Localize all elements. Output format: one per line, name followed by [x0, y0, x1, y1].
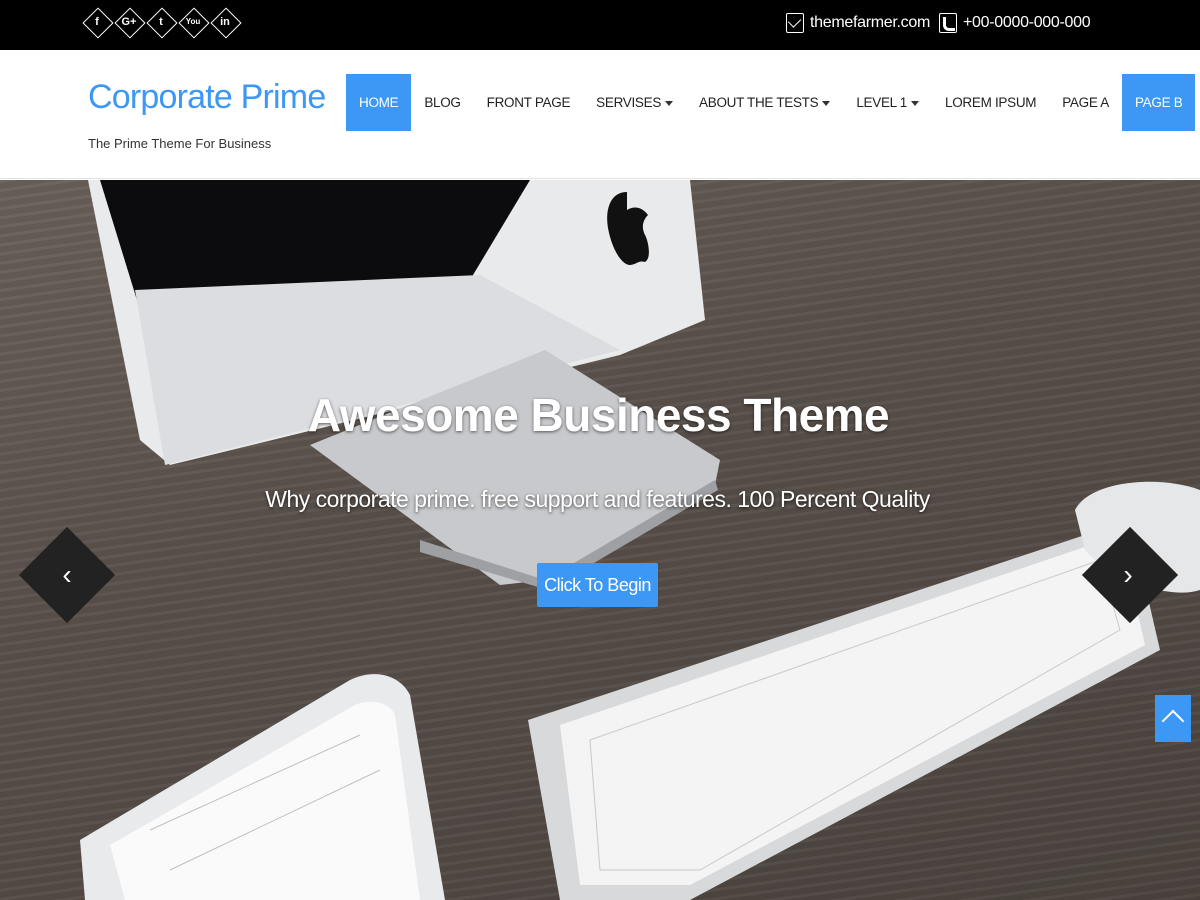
- nav-item-lorem-ipsum[interactable]: LOREM IPSUM: [932, 74, 1049, 131]
- caret-down-icon: [665, 100, 674, 106]
- site-header: Corporate Prime The Prime Theme For Busi…: [0, 50, 1200, 179]
- google-plus-glyph: G+: [121, 16, 137, 28]
- caret-down-icon: [911, 100, 920, 106]
- email-contact[interactable]: themefarmer.com: [786, 13, 930, 33]
- social-links: f G+ t You in: [84, 7, 238, 37]
- nav-label: SERVISES: [596, 95, 662, 110]
- nav-label: PAGE B: [1134, 95, 1183, 110]
- main-nav: HOME BLOG FRONT PAGE SERVISES ABOUT THE …: [346, 74, 1196, 131]
- phone-icon: [939, 13, 957, 33]
- nav-item-home[interactable]: HOME: [346, 74, 412, 131]
- nav-label: FRONT PAGE: [486, 95, 571, 110]
- caret-down-icon: [822, 100, 831, 106]
- phone-text: +00-0000-000-000: [963, 14, 1091, 31]
- top-bar: f G+ t You in themefarmer.com +00-0000-0…: [0, 0, 1200, 50]
- linkedin-icon[interactable]: in: [212, 9, 238, 35]
- chevron-right-icon: ›: [1123, 559, 1133, 590]
- nav-label: BLOG: [424, 95, 461, 110]
- email-text: themefarmer.com: [810, 14, 930, 31]
- hero-slider: Awesome Business Theme Why corporate pri…: [0, 180, 1200, 900]
- facebook-glyph: f: [95, 16, 99, 28]
- mail-icon: [786, 13, 804, 33]
- nav-item-page-a[interactable]: PAGE A: [1049, 74, 1122, 131]
- nav-item-level-1[interactable]: LEVEL 1: [843, 74, 932, 131]
- phone-contact[interactable]: +00-0000-000-000: [939, 13, 1091, 33]
- nav-label: HOME: [359, 95, 399, 110]
- nav-item-front-page[interactable]: FRONT PAGE: [474, 74, 584, 131]
- google-plus-icon[interactable]: G+: [116, 9, 142, 35]
- scroll-to-top-button[interactable]: [1155, 695, 1191, 742]
- hero-background-image: [80, 180, 1200, 900]
- chevron-left-icon: ‹: [62, 559, 72, 590]
- nav-label: LEVEL 1: [856, 95, 908, 110]
- nav-label: PAGE A: [1062, 95, 1109, 110]
- facebook-icon[interactable]: f: [84, 9, 110, 35]
- click-to-begin-button[interactable]: Click To Begin: [537, 563, 658, 607]
- nav-label: ABOUT THE TESTS: [699, 95, 819, 110]
- youtube-icon[interactable]: You: [180, 9, 206, 35]
- hero-subtitle: Why corporate prime. free support and fe…: [265, 486, 930, 512]
- twitter-glyph: t: [159, 16, 163, 28]
- twitter-icon[interactable]: t: [148, 9, 174, 35]
- nav-label: LOREM IPSUM: [945, 95, 1037, 110]
- nav-item-page-b[interactable]: PAGE B: [1121, 74, 1196, 131]
- nav-item-blog[interactable]: BLOG: [411, 74, 473, 131]
- nav-item-servises[interactable]: SERVISES: [583, 74, 686, 131]
- linkedin-glyph: in: [220, 16, 230, 28]
- site-title[interactable]: Corporate Prime: [88, 78, 326, 117]
- nav-item-about-the-tests[interactable]: ABOUT THE TESTS: [686, 74, 843, 131]
- site-tagline: The Prime Theme For Business: [88, 136, 272, 151]
- youtube-glyph: You: [185, 17, 201, 26]
- hero-title: Awesome Business Theme: [307, 389, 890, 441]
